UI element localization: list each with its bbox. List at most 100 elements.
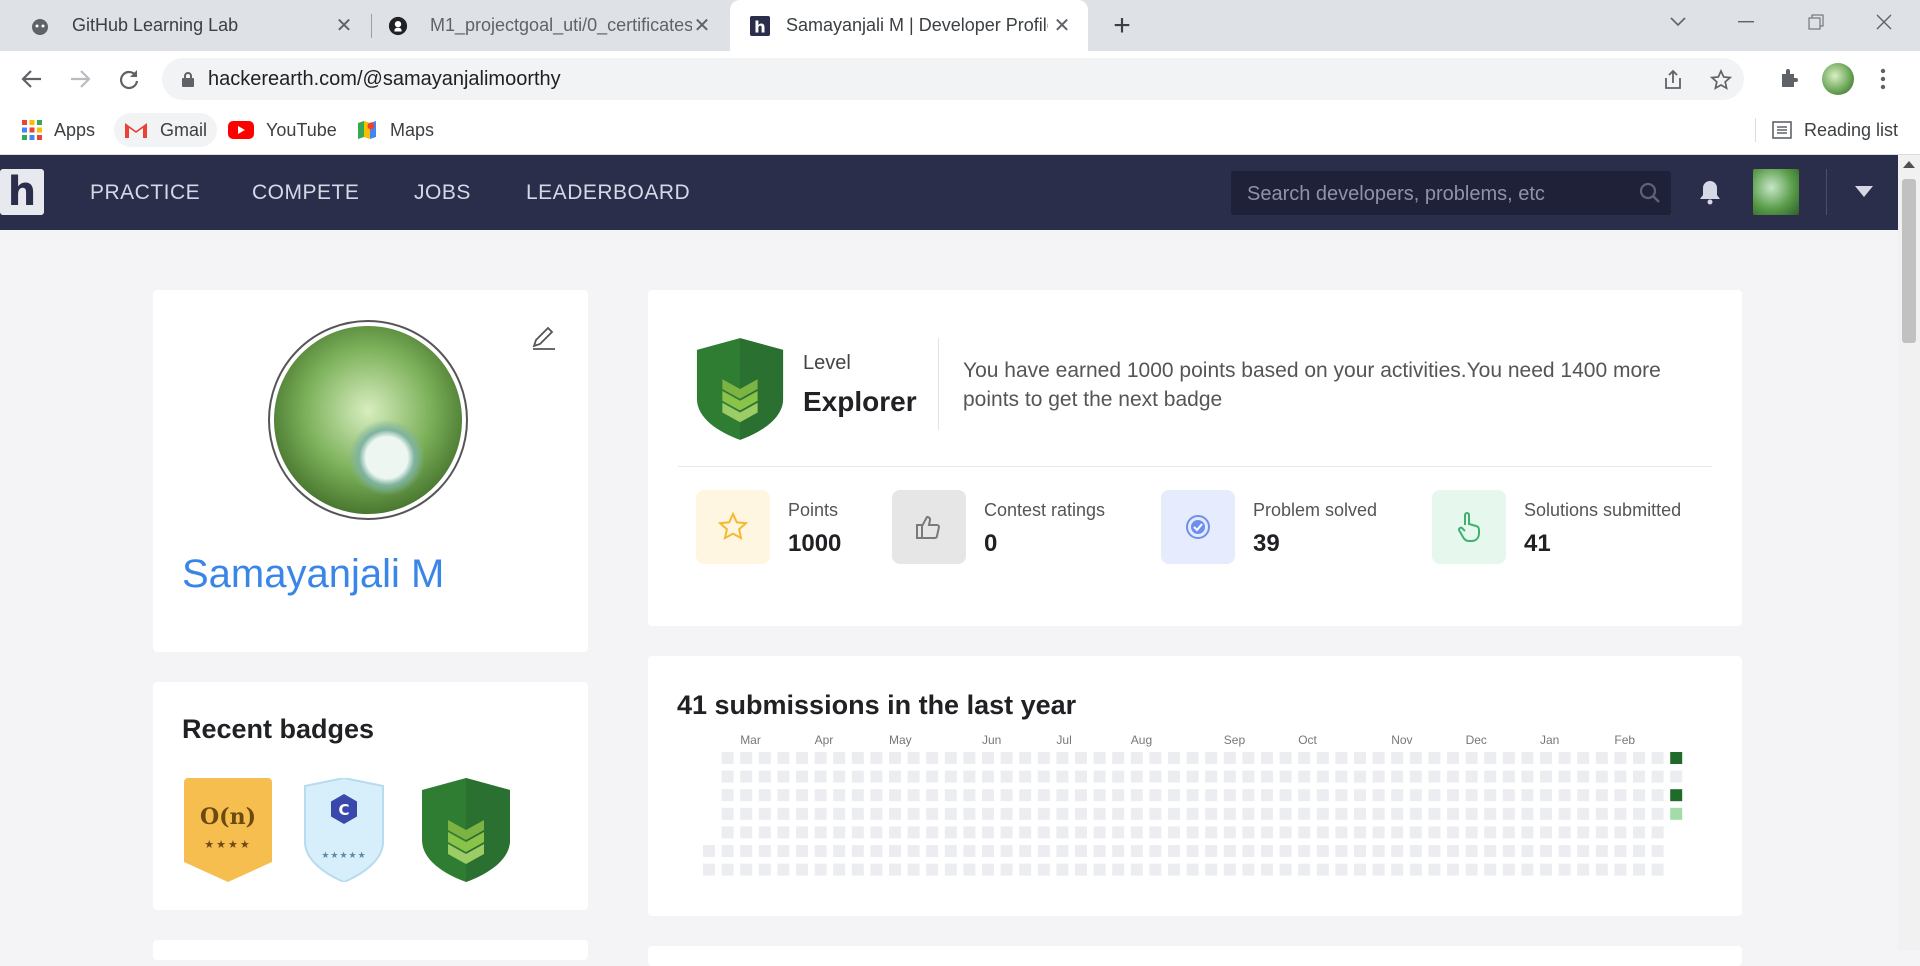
heatmap-cell[interactable] — [1168, 770, 1180, 783]
heatmap-cell[interactable] — [1075, 845, 1087, 857]
heatmap-cell[interactable] — [1484, 807, 1497, 820]
heatmap-cell[interactable] — [1391, 752, 1404, 764]
heatmap-cell[interactable] — [1354, 752, 1366, 764]
heatmap-cell[interactable] — [1037, 863, 1050, 876]
heatmap-cell[interactable] — [1502, 863, 1515, 876]
heatmap-cell[interactable] — [1037, 752, 1050, 764]
heatmap-cell[interactable] — [1242, 789, 1255, 802]
heatmap-cell[interactable] — [1298, 863, 1311, 876]
heatmap-cell[interactable] — [1391, 789, 1404, 802]
bookmark-gmail[interactable]: Gmail — [114, 113, 218, 147]
heatmap-cell[interactable] — [758, 770, 771, 783]
heatmap-cell[interactable] — [1595, 826, 1608, 839]
heatmap-cell[interactable] — [1149, 826, 1162, 839]
heatmap-cell[interactable] — [1186, 752, 1199, 764]
heatmap-cell[interactable] — [1316, 845, 1329, 857]
heatmap-cell[interactable] — [833, 789, 846, 802]
heatmap-cell[interactable] — [1670, 770, 1683, 783]
heatmap-cell[interactable] — [851, 845, 864, 857]
heatmap-cell[interactable] — [740, 789, 753, 802]
heatmap-cell[interactable] — [758, 807, 771, 820]
heatmap-cell[interactable] — [1540, 863, 1552, 876]
badge-c-language[interactable]: C ★★★★★ — [301, 776, 387, 887]
heatmap-cell[interactable] — [1000, 789, 1013, 802]
heatmap-cell[interactable] — [833, 845, 846, 857]
heatmap-cell[interactable] — [1484, 770, 1497, 783]
heatmap-cell[interactable] — [851, 863, 864, 876]
heatmap-cell[interactable] — [1540, 826, 1552, 839]
heatmap-cell[interactable] — [963, 807, 976, 820]
heatmap-cell[interactable] — [1484, 863, 1497, 876]
back-button[interactable] — [16, 63, 48, 95]
heatmap-cell[interactable] — [870, 770, 883, 783]
heatmap-cell[interactable] — [1521, 752, 1534, 764]
heatmap-cell[interactable] — [1651, 770, 1664, 783]
heatmap-cell[interactable] — [777, 807, 790, 820]
heatmap-cell[interactable] — [1577, 807, 1590, 820]
heatmap-cell[interactable] — [1242, 863, 1255, 876]
heatmap-cell[interactable] — [1614, 807, 1627, 820]
close-window-button[interactable] — [1864, 6, 1904, 38]
heatmap-cell[interactable] — [1502, 752, 1515, 764]
heatmap-cell[interactable] — [926, 770, 939, 783]
heatmap-cell[interactable] — [982, 863, 994, 876]
heatmap-cell[interactable] — [833, 863, 846, 876]
heatmap-cell[interactable] — [1261, 826, 1273, 839]
heatmap-cell[interactable] — [1019, 789, 1032, 802]
heatmap-cell[interactable] — [1186, 770, 1199, 783]
heatmap-cell[interactable] — [1521, 807, 1534, 820]
heatmap-cell[interactable] — [1075, 789, 1087, 802]
heatmap-cell[interactable] — [1447, 752, 1459, 764]
heatmap-cell[interactable] — [944, 752, 957, 764]
heatmap-cell[interactable] — [1428, 807, 1441, 820]
heatmap-cell[interactable] — [1019, 752, 1032, 764]
heatmap-cell[interactable] — [1168, 826, 1180, 839]
heatmap-cell[interactable] — [982, 826, 994, 839]
heatmap-cell[interactable] — [1335, 845, 1348, 857]
heatmap-cell[interactable] — [1521, 845, 1534, 857]
tab-search-chevron-icon[interactable] — [1658, 6, 1698, 38]
heatmap-cell[interactable] — [1428, 770, 1441, 783]
heatmap-cell[interactable] — [1168, 863, 1180, 876]
heatmap-cell[interactable] — [796, 807, 808, 820]
heatmap-cell[interactable] — [926, 789, 939, 802]
heatmap-cell[interactable] — [1112, 752, 1125, 764]
heatmap-cell[interactable] — [1391, 845, 1404, 857]
heatmap-cell[interactable] — [1633, 826, 1645, 839]
heatmap-cell[interactable] — [1075, 752, 1087, 764]
heatmap-cell[interactable] — [796, 863, 808, 876]
heatmap-cell[interactable] — [833, 826, 846, 839]
heatmap-cell[interactable] — [777, 752, 790, 764]
heatmap-cell[interactable] — [1242, 826, 1255, 839]
heatmap-cell[interactable] — [1186, 826, 1199, 839]
heatmap-cell[interactable] — [1502, 789, 1515, 802]
chevron-down-icon[interactable] — [1855, 186, 1873, 197]
heatmap-cell[interactable] — [1168, 789, 1180, 802]
heatmap-cell[interactable] — [1019, 845, 1032, 857]
heatmap-cell[interactable] — [1577, 863, 1590, 876]
heatmap-cell[interactable] — [963, 826, 976, 839]
heatmap-cell[interactable] — [1242, 807, 1255, 820]
heatmap-cell[interactable] — [814, 845, 827, 857]
heatmap-cell[interactable] — [796, 826, 808, 839]
heatmap-cell[interactable] — [1037, 845, 1050, 857]
heatmap-cell[interactable] — [963, 863, 976, 876]
heatmap-cell[interactable] — [1261, 752, 1273, 764]
heatmap-cell[interactable] — [1372, 863, 1385, 876]
heatmap-cell[interactable] — [1242, 752, 1255, 764]
user-avatar[interactable] — [1753, 169, 1799, 215]
heatmap-cell[interactable] — [1372, 770, 1385, 783]
heatmap-cell[interactable] — [1056, 789, 1069, 802]
heatmap-cell[interactable] — [1000, 752, 1013, 764]
heatmap-cell[interactable] — [944, 770, 957, 783]
heatmap-cell[interactable] — [1205, 845, 1218, 857]
heatmap-cell[interactable] — [1465, 863, 1478, 876]
heatmap-cell[interactable] — [740, 826, 753, 839]
heatmap-cell[interactable] — [777, 789, 790, 802]
heatmap-cell[interactable] — [1540, 789, 1552, 802]
heatmap-cell[interactable] — [1633, 752, 1645, 764]
heatmap-cell[interactable] — [777, 770, 790, 783]
heatmap-cell[interactable] — [1298, 845, 1311, 857]
heatmap-cell[interactable] — [1447, 789, 1459, 802]
heatmap-cell[interactable] — [1577, 826, 1590, 839]
